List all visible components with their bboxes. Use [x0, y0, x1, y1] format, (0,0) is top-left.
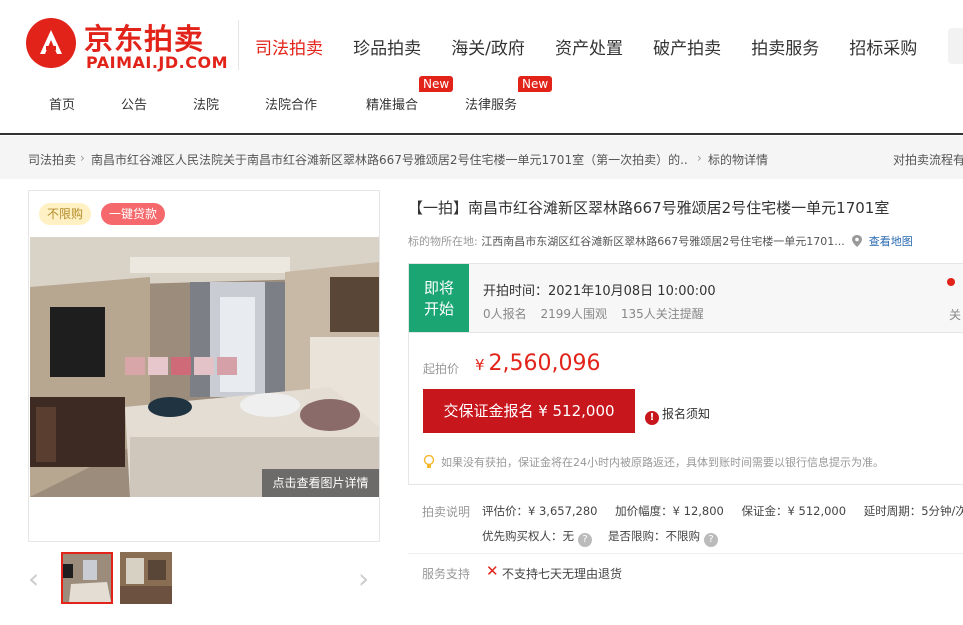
- currency-symbol: ¥: [475, 356, 485, 374]
- follow-label[interactable]: 关: [949, 306, 961, 323]
- view-map-link[interactable]: 查看地图: [869, 235, 913, 248]
- service-label: 服务支持: [422, 567, 471, 581]
- description-row-1: 评估价：¥ 3,657,280 加价幅度：¥ 12,800 保证金：¥ 512,…: [482, 503, 963, 519]
- priority-buyer: 优先购买权人：无: [482, 529, 574, 543]
- no-return-policy: 不支持七天无理由退货: [502, 567, 623, 581]
- chevron-left-icon[interactable]: ‹: [28, 562, 39, 595]
- chevron-right-icon: ›: [80, 151, 85, 165]
- logo-text-cn: 京东拍卖: [84, 22, 205, 56]
- delay-period: 延时周期：5分钟/次: [863, 504, 963, 518]
- logo-text-en: PAIMAI.JD.COM: [86, 53, 229, 72]
- start-time: 开拍时间：2021年10月08日 10:00:00: [483, 284, 716, 299]
- divider: [408, 553, 963, 554]
- question-icon[interactable]: ?: [578, 533, 592, 547]
- nav-asset-disposal[interactable]: 资产处置: [555, 34, 623, 59]
- thumbnail-2[interactable]: [120, 552, 172, 604]
- nav-tender-procurement[interactable]: 招标采购: [849, 34, 917, 59]
- site-header: 京东拍卖 PAIMAI.JD.COM 司法拍卖 珍品拍卖 海关/政府 资产处置 …: [0, 0, 963, 135]
- main-nav: 司法拍卖 珍品拍卖 海关/政府 资产处置 破产拍卖 拍卖服务 招标采购: [255, 34, 942, 60]
- breadcrumb-help-link[interactable]: 对拍卖流程有: [893, 151, 963, 168]
- question-icon[interactable]: ?: [704, 533, 718, 547]
- search-box-edge[interactable]: [948, 28, 963, 64]
- registration-notice-label: 报名须知: [662, 407, 711, 421]
- subnav-home[interactable]: 首页: [49, 94, 75, 113]
- location-line: 标的物所在地: 江西南昌市东湖区红谷滩新区翠林路667号雅颂居2号住宅楼一单元1…: [408, 233, 913, 249]
- start-price: ¥2,560,096: [475, 351, 601, 376]
- watcher-count: 135人关注提醒: [620, 307, 704, 321]
- signup-count: 0人报名: [483, 307, 527, 321]
- bid-increment: 加价幅度：¥ 12,800: [615, 504, 724, 518]
- auction-stats: 0人报名 2199人围观 135人关注提醒: [483, 305, 714, 322]
- thumbnail-1[interactable]: [61, 552, 113, 604]
- view-photo-details-button[interactable]: 点击查看图片详情: [262, 469, 379, 497]
- nav-treasure-auction[interactable]: 珍品拍卖: [353, 34, 421, 59]
- tag-one-click-loan[interactable]: 一键贷款: [101, 203, 166, 225]
- location-value: 江西南昌市东湖区红谷滩新区翠林路667号雅颂居2号住宅楼一单元1701...: [481, 235, 845, 248]
- breadcrumb-current: 标的物详情: [708, 153, 769, 167]
- subnav-precise-matching[interactable]: 精准撮合: [366, 94, 418, 113]
- service-support: 服务支持 ✕ 不支持七天无理由退货: [408, 562, 963, 585]
- description-row-2: 优先购买权人：无? 是否限购：不限购?: [482, 528, 734, 547]
- header-rule: [0, 133, 963, 135]
- image-gallery: 不限购 一键贷款 点击查看图片详情: [28, 190, 380, 542]
- appraisal-price: 评估价：¥ 3,657,280: [482, 504, 598, 518]
- follow-icon[interactable]: [947, 278, 955, 286]
- start-price-label: 起拍价: [423, 362, 460, 376]
- purchase-limit: 是否限购：不限购: [608, 529, 700, 543]
- chevron-right-icon[interactable]: ›: [358, 562, 369, 595]
- breadcrumb-root[interactable]: 司法拍卖: [28, 151, 76, 168]
- subnav-court-cooperation[interactable]: 法院合作: [265, 94, 317, 113]
- view-count: 2199人围观: [540, 307, 608, 321]
- alert-icon: !: [645, 411, 659, 425]
- nav-customs-government[interactable]: 海关/政府: [451, 34, 525, 59]
- thumbnail-strip: ‹ ›: [28, 550, 380, 610]
- breadcrumb: 司法拍卖 › 南昌市红谷滩区人民法院关于南昌市红谷滩新区翠林路667号雅颂居2号…: [0, 136, 963, 179]
- sub-nav: 首页 公告 法院 法院合作 精准撮合 New 法律服务 New: [0, 76, 963, 118]
- map-pin-icon: [852, 235, 863, 247]
- price-panel: 起拍价 ¥2,560,096 交保证金报名 ¥ 512,000 ! 报名须知 如果…: [408, 333, 963, 485]
- pay-deposit-register-button[interactable]: 交保证金报名 ¥ 512,000: [423, 389, 635, 433]
- nav-bankruptcy-auction[interactable]: 破产拍卖: [653, 34, 721, 59]
- item-title: 【一拍】南昌市红谷滩新区翠林路667号雅颂居2号住宅楼一单元1701室: [408, 199, 890, 217]
- deposit-amount: 保证金：¥ 512,000: [741, 504, 847, 518]
- logo-divider: [238, 20, 239, 70]
- registration-notice-link[interactable]: ! 报名须知: [645, 405, 710, 425]
- jd-paimai-logo[interactable]: 京东拍卖 PAIMAI.JD.COM: [26, 16, 229, 72]
- subnav-courts[interactable]: 法院: [193, 94, 219, 113]
- auction-description: 拍卖说明 评估价：¥ 3,657,280 加价幅度：¥ 12,800 保证金：¥…: [408, 497, 963, 555]
- new-badge: New: [518, 76, 553, 92]
- close-icon: ✕: [486, 562, 499, 580]
- subnav-announcements[interactable]: 公告: [121, 94, 147, 113]
- subnav-legal-services[interactable]: 法律服务: [465, 94, 517, 113]
- start-price-value: 2,560,096: [488, 351, 601, 376]
- status-line-2: 开始: [423, 300, 454, 318]
- gavel-logo-icon: [26, 18, 76, 68]
- status-badge: 即将 开始: [409, 264, 469, 332]
- location-label: 标的物所在地:: [408, 235, 478, 248]
- tip-text: 如果没有获拍，保证金将在24小时内被原路返还，具体到账时间需要以银行信息提示为准…: [441, 456, 884, 469]
- chevron-right-icon: ›: [697, 151, 702, 165]
- status-line-1: 即将: [423, 279, 454, 297]
- deposit-refund-tip: 如果没有获拍，保证金将在24小时内被原路返还，具体到账时间需要以银行信息提示为准…: [423, 454, 884, 470]
- main-photo-bedroom[interactable]: 点击查看图片详情: [30, 237, 379, 497]
- tag-no-purchase-limit: 不限购: [39, 203, 92, 225]
- new-badge: New: [419, 76, 454, 92]
- lightbulb-icon: [423, 455, 435, 468]
- nav-judicial-auction[interactable]: 司法拍卖: [255, 34, 323, 59]
- auction-status-panel: 即将 开始 开拍时间：2021年10月08日 10:00:00 0人报名 219…: [408, 263, 963, 333]
- nav-auction-services[interactable]: 拍卖服务: [751, 34, 819, 59]
- description-label: 拍卖说明: [422, 505, 471, 519]
- breadcrumb-auction[interactable]: 南昌市红谷滩区人民法院关于南昌市红谷滩新区翠林路667号雅颂居2号住宅楼一单元1…: [91, 151, 687, 168]
